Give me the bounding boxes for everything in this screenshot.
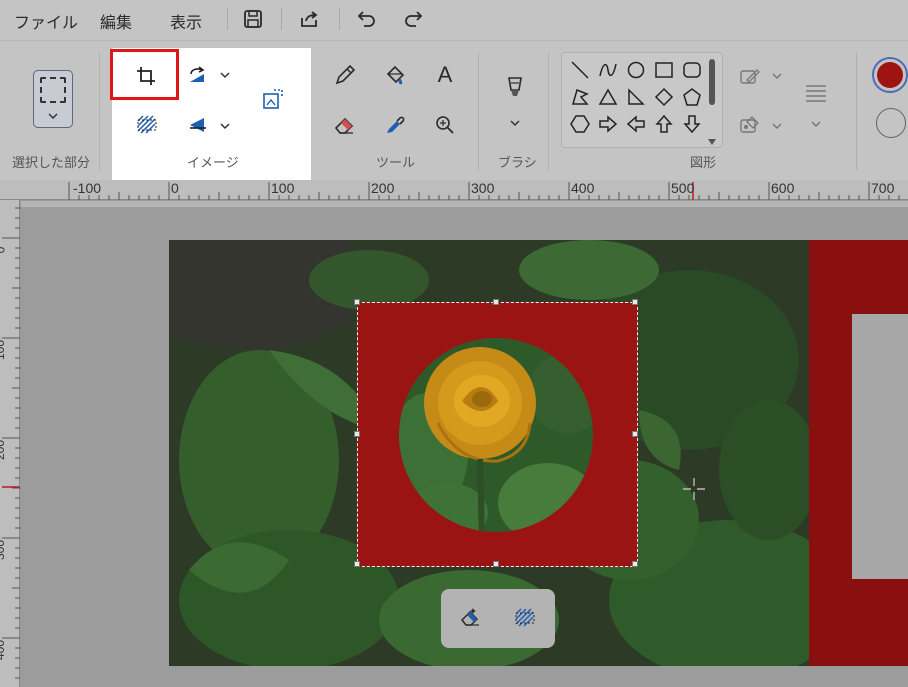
ruler-label: 200	[0, 439, 8, 461]
selection-handle[interactable]	[632, 431, 638, 437]
ruler-label: 200	[371, 180, 395, 196]
menu-view[interactable]: 表示	[170, 9, 202, 33]
ruler-label: 600	[771, 180, 795, 196]
shape-right-arrow[interactable]	[597, 113, 619, 135]
selection-handle[interactable]	[354, 431, 360, 437]
ruler-label: 300	[0, 539, 8, 561]
ribbon-separator	[99, 52, 100, 170]
ruler-label: 300	[471, 180, 495, 196]
group-label-image: イメージ	[187, 155, 239, 170]
crosshair-cursor-icon	[682, 477, 706, 501]
redo-icon[interactable]	[400, 6, 426, 32]
shape-up-arrow[interactable]	[653, 113, 675, 135]
shape-right-triangle[interactable]	[625, 86, 647, 108]
shape-hexagon[interactable]	[569, 113, 591, 135]
selection-handle[interactable]	[493, 299, 499, 305]
selection-rectangle-icon	[40, 77, 66, 103]
shape-left-arrow[interactable]	[625, 113, 647, 135]
ruler-label: 100	[271, 180, 295, 196]
horizontal-ruler: -100 0 100 200 300 400 500 600 700	[0, 180, 908, 200]
text-icon[interactable]: A	[432, 62, 458, 88]
group-label-shapes: 図形	[690, 155, 717, 170]
shape-polygon[interactable]	[569, 86, 591, 108]
rose-image	[399, 338, 593, 532]
chevron-down-icon[interactable]	[219, 119, 231, 131]
shape-curve[interactable]	[597, 59, 619, 81]
ribbon-separator	[548, 52, 549, 170]
shape-down-arrow[interactable]	[681, 113, 703, 135]
ruler-label: -100	[73, 180, 102, 196]
shape-line[interactable]	[569, 59, 591, 81]
color-picker-icon[interactable]	[382, 112, 408, 138]
chevron-down-icon[interactable]	[810, 117, 822, 129]
group-label-selection: 選択した部分	[12, 155, 91, 170]
shapes-scrollbar-thumb[interactable]	[709, 59, 715, 105]
eraser-icon[interactable]	[332, 112, 358, 138]
menu-separator	[281, 8, 282, 30]
primary-color-fill	[877, 62, 903, 88]
ruler-label: 100	[0, 339, 8, 361]
secondary-color-swatch[interactable]	[876, 108, 906, 138]
rotate-icon[interactable]	[184, 62, 210, 88]
selection-region[interactable]	[354, 299, 638, 567]
primary-color-swatch[interactable]	[872, 57, 908, 93]
ribbon-separator	[478, 52, 479, 170]
chevron-down-icon[interactable]	[771, 69, 783, 81]
shape-fill-icon[interactable]	[737, 112, 763, 138]
chevron-down-icon[interactable]	[771, 119, 783, 131]
resize-icon[interactable]	[260, 86, 286, 112]
selection-handle[interactable]	[632, 561, 638, 567]
menu-separator	[227, 8, 228, 30]
selection-handle[interactable]	[354, 299, 360, 305]
select-all-icon[interactable]	[134, 112, 160, 138]
pencil-icon[interactable]	[332, 62, 358, 88]
grey-inset-block	[852, 314, 908, 579]
selection-floating-toolbar	[441, 589, 555, 648]
selection-tool-button[interactable]	[33, 70, 73, 128]
shape-oval[interactable]	[625, 59, 647, 81]
undo-icon[interactable]	[354, 6, 380, 32]
save-icon[interactable]	[240, 6, 266, 32]
ruler-label: 700	[871, 180, 895, 196]
stroke-size-icon[interactable]	[803, 80, 829, 106]
brush-icon[interactable]	[502, 74, 528, 100]
shape-pentagon[interactable]	[681, 86, 703, 108]
selection-handle[interactable]	[354, 561, 360, 567]
selection-handle[interactable]	[632, 299, 638, 305]
shapes-gallery	[561, 52, 723, 148]
crop-icon	[133, 63, 159, 89]
chevron-down-icon[interactable]	[509, 116, 521, 128]
share-icon[interactable]	[296, 6, 322, 32]
flip-icon[interactable]	[184, 112, 210, 138]
selection-handle[interactable]	[493, 561, 499, 567]
scroll-down-arrow-icon[interactable]	[708, 133, 716, 145]
menu-bar: ファイル 編集 表示	[0, 0, 908, 40]
vertical-ruler: 0 100 200 300 400	[0, 200, 20, 687]
ruler-label: 0	[0, 247, 7, 254]
group-label-brush: ブラシ	[498, 155, 537, 170]
menu-separator	[339, 8, 340, 30]
shape-diamond[interactable]	[653, 86, 675, 108]
magnifier-icon[interactable]	[432, 112, 458, 138]
erase-selection-icon[interactable]	[458, 605, 484, 631]
canvas-edge	[21, 201, 908, 207]
ribbon-separator	[856, 52, 857, 170]
menu-edit[interactable]: 編集	[100, 9, 132, 33]
chevron-down-icon[interactable]	[47, 109, 59, 121]
shape-rounded-rectangle[interactable]	[681, 59, 703, 81]
fill-icon[interactable]	[382, 62, 408, 88]
ruler-label: 500	[671, 180, 695, 196]
shape-triangle[interactable]	[597, 86, 619, 108]
group-label-tools: ツール	[376, 155, 416, 170]
ruler-label: 400	[0, 639, 8, 661]
ruler-label: 400	[571, 180, 595, 196]
outline-icon[interactable]	[737, 64, 763, 90]
chevron-down-icon[interactable]	[219, 68, 231, 80]
ruler-label: 0	[171, 180, 179, 196]
shape-rectangle[interactable]	[653, 59, 675, 81]
menu-file[interactable]: ファイル	[14, 9, 78, 33]
remove-background-icon[interactable]	[512, 605, 538, 631]
crop-button[interactable]	[110, 49, 179, 100]
